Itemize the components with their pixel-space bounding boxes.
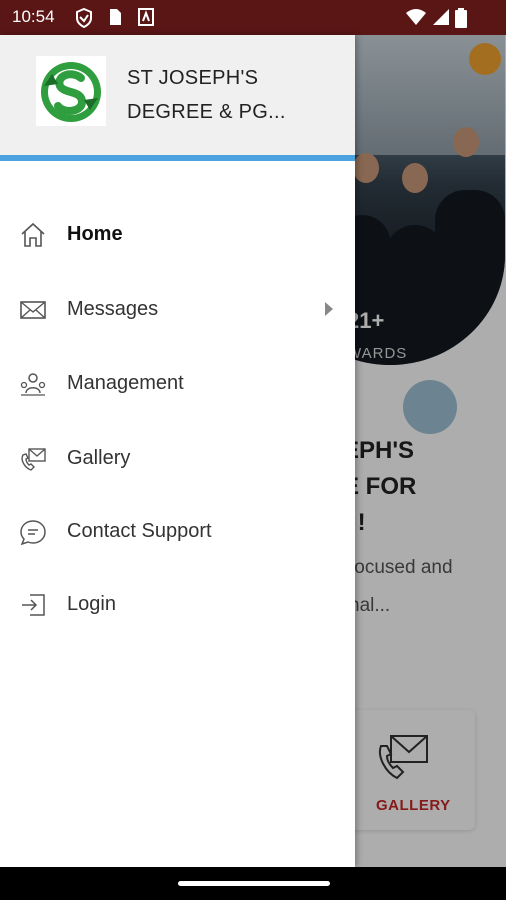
people-icon xyxy=(20,373,46,396)
chevron-right-icon xyxy=(325,302,333,316)
menu-label-management: Management xyxy=(67,372,184,394)
battery-icon xyxy=(455,8,467,28)
menu-label-gallery: Gallery xyxy=(67,447,131,469)
menu-label-home: Home xyxy=(67,223,123,245)
menu-item-home[interactable]: Home xyxy=(0,207,355,263)
app-notification-icon xyxy=(138,8,154,26)
gallery-icon xyxy=(21,448,46,471)
home-gesture-handle[interactable] xyxy=(178,881,330,886)
chat-icon xyxy=(20,520,46,545)
menu-item-gallery[interactable]: Gallery xyxy=(0,431,355,487)
status-bar: 10:54 xyxy=(0,0,506,35)
menu-label-login: Login xyxy=(67,593,116,615)
login-icon xyxy=(22,594,45,616)
college-logo xyxy=(36,56,106,126)
header-divider xyxy=(0,155,355,161)
menu-item-messages[interactable]: Messages xyxy=(0,282,355,338)
drawer-scrim[interactable] xyxy=(355,35,506,867)
wifi-icon xyxy=(406,9,426,25)
menu-label-messages: Messages xyxy=(67,298,159,320)
mail-icon xyxy=(20,301,46,319)
menu-item-management[interactable]: Management xyxy=(0,356,355,412)
navigation-drawer: ST JOSEPH'S DEGREE & PG... Home Messages… xyxy=(0,35,355,867)
home-icon xyxy=(21,222,45,247)
drawer-header: ST JOSEPH'S DEGREE & PG... xyxy=(0,35,355,155)
menu-item-login[interactable]: Login xyxy=(0,577,355,633)
drawer-title: ST JOSEPH'S DEGREE & PG... xyxy=(127,67,286,123)
signal-icon xyxy=(433,9,449,25)
status-time: 10:54 xyxy=(12,7,55,26)
system-nav-bar xyxy=(0,867,506,900)
menu-item-contact-support[interactable]: Contact Support xyxy=(0,504,355,560)
sim-icon xyxy=(110,9,121,25)
shield-icon xyxy=(76,8,92,28)
menu-label-contact-support: Contact Support xyxy=(67,520,212,542)
